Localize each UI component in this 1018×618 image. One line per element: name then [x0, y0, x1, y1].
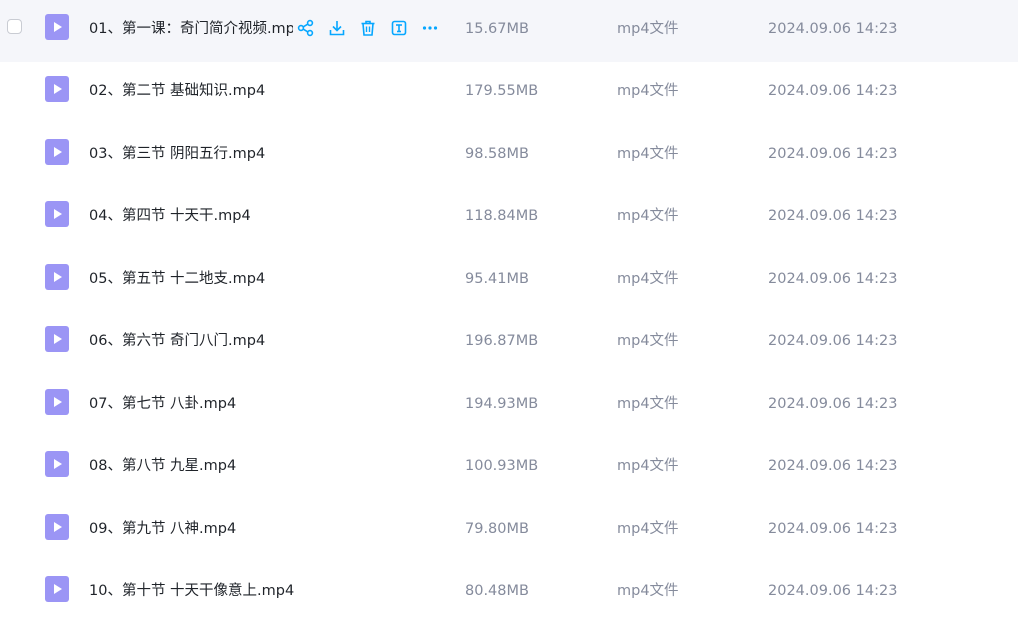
- delete-icon[interactable]: [358, 18, 378, 38]
- file-size: 95.41MB: [465, 271, 529, 287]
- file-date: 2024.09.06 14:23: [768, 271, 898, 287]
- file-size: 196.87MB: [465, 333, 539, 349]
- file-row[interactable]: 04、第四节 十天干.mp4 118.84MB mp4文件 2024.09.06…: [0, 187, 1018, 249]
- file-type: mp4文件: [617, 521, 679, 537]
- file-size: 118.84MB: [465, 208, 539, 224]
- file-date: 2024.09.06 14:23: [768, 21, 898, 37]
- file-size: 194.93MB: [465, 396, 539, 412]
- video-file-icon: [45, 14, 69, 40]
- file-row[interactable]: 06、第六节 奇门八门.mp4 196.87MB mp4文件 2024.09.0…: [0, 312, 1018, 374]
- row-checkbox[interactable]: [7, 19, 22, 34]
- file-name[interactable]: 09、第九节 八神.mp4: [89, 520, 236, 538]
- file-type: mp4文件: [617, 21, 679, 37]
- file-row[interactable]: 10、第十节 十天干像意上.mp4 80.48MB mp4文件 2024.09.…: [0, 562, 1018, 618]
- file-size: 80.48MB: [465, 583, 529, 599]
- video-file-icon: [45, 451, 69, 477]
- video-file-icon: [45, 201, 69, 227]
- file-type: mp4文件: [617, 208, 679, 224]
- file-name[interactable]: 06、第六节 奇门八门.mp4: [89, 332, 265, 350]
- share-icon[interactable]: [296, 18, 316, 38]
- file-type: mp4文件: [617, 458, 679, 474]
- file-row[interactable]: 05、第五节 十二地支.mp4 95.41MB mp4文件 2024.09.06…: [0, 250, 1018, 312]
- file-type: mp4文件: [617, 83, 679, 99]
- file-name[interactable]: 07、第七节 八卦.mp4: [89, 395, 236, 413]
- file-type: mp4文件: [617, 583, 679, 599]
- file-size: 15.67MB: [465, 21, 529, 37]
- file-row[interactable]: 07、第七节 八卦.mp4 194.93MB mp4文件 2024.09.06 …: [0, 375, 1018, 437]
- file-date: 2024.09.06 14:23: [768, 521, 898, 537]
- file-name[interactable]: 03、第三节 阴阳五行.mp4: [89, 145, 265, 163]
- file-date: 2024.09.06 14:23: [768, 583, 898, 599]
- file-name[interactable]: 10、第十节 十天干像意上.mp4: [89, 582, 294, 600]
- file-size: 179.55MB: [465, 83, 539, 99]
- video-file-icon: [45, 264, 69, 290]
- video-file-icon: [45, 76, 69, 102]
- video-file-icon: [45, 576, 69, 602]
- file-type: mp4文件: [617, 333, 679, 349]
- file-type: mp4文件: [617, 396, 679, 412]
- file-name[interactable]: 02、第二节 基础知识.mp4: [89, 82, 265, 100]
- file-name[interactable]: 01、第一课：奇门简介视频.mp4: [89, 20, 293, 38]
- file-size: 79.80MB: [465, 521, 529, 537]
- file-list: 01、第一课：奇门简介视频.mp4 15.67MB mp4文件 2024.09.…: [0, 0, 1018, 618]
- video-file-icon: [45, 514, 69, 540]
- video-file-icon: [45, 326, 69, 352]
- download-icon[interactable]: [327, 18, 347, 38]
- file-row[interactable]: 03、第三节 阴阳五行.mp4 98.58MB mp4文件 2024.09.06…: [0, 125, 1018, 187]
- file-row[interactable]: 01、第一课：奇门简介视频.mp4 15.67MB mp4文件 2024.09.…: [0, 0, 1018, 62]
- file-row[interactable]: 02、第二节 基础知识.mp4 179.55MB mp4文件 2024.09.0…: [0, 62, 1018, 124]
- file-size: 100.93MB: [465, 458, 539, 474]
- row-actions: [296, 17, 451, 39]
- file-name[interactable]: 05、第五节 十二地支.mp4: [89, 270, 265, 288]
- file-size: 98.58MB: [465, 146, 529, 162]
- file-date: 2024.09.06 14:23: [768, 146, 898, 162]
- file-name[interactable]: 08、第八节 九星.mp4: [89, 457, 236, 475]
- file-date: 2024.09.06 14:23: [768, 333, 898, 349]
- file-type: mp4文件: [617, 146, 679, 162]
- file-date: 2024.09.06 14:23: [768, 83, 898, 99]
- more-icon[interactable]: [420, 18, 440, 38]
- file-type: mp4文件: [617, 271, 679, 287]
- file-row[interactable]: 08、第八节 九星.mp4 100.93MB mp4文件 2024.09.06 …: [0, 437, 1018, 499]
- video-file-icon: [45, 389, 69, 415]
- file-date: 2024.09.06 14:23: [768, 458, 898, 474]
- file-row[interactable]: 09、第九节 八神.mp4 79.80MB mp4文件 2024.09.06 1…: [0, 500, 1018, 562]
- file-name[interactable]: 04、第四节 十天干.mp4: [89, 207, 251, 225]
- rename-icon[interactable]: [389, 18, 409, 38]
- file-date: 2024.09.06 14:23: [768, 396, 898, 412]
- video-file-icon: [45, 139, 69, 165]
- file-date: 2024.09.06 14:23: [768, 208, 898, 224]
